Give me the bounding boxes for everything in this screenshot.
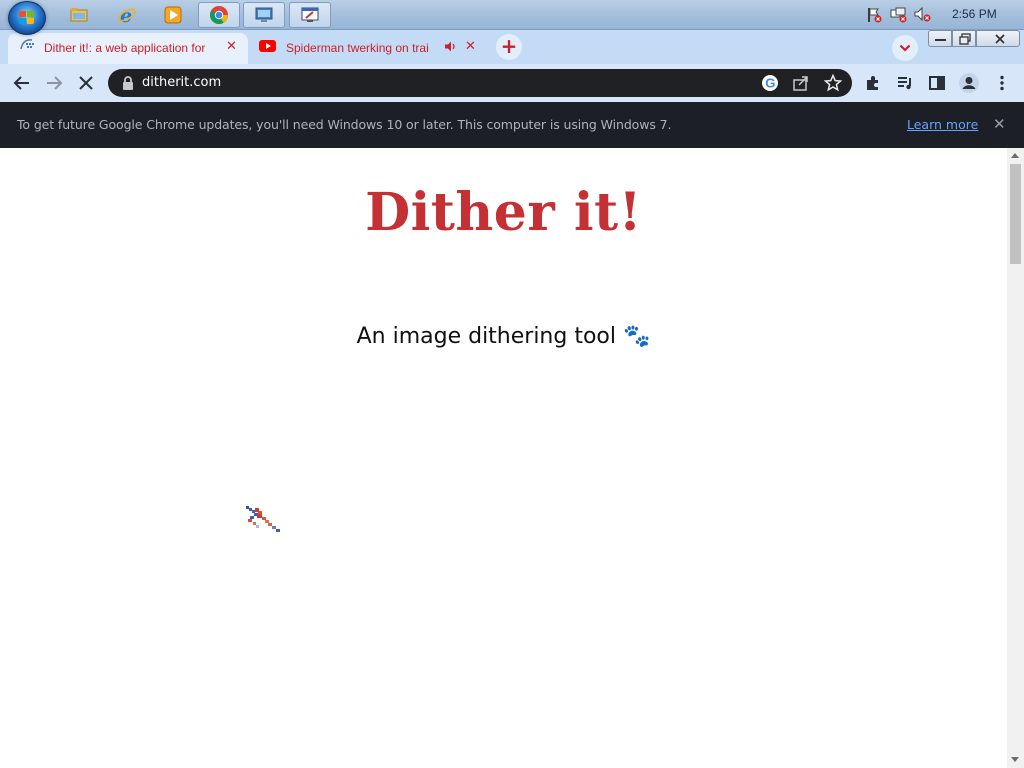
chrome-update-infobar: To get future Google Chrome updates, you…: [0, 102, 1024, 148]
learn-more-link[interactable]: Learn more: [907, 117, 978, 132]
web-page: Dither it! An image dithering tool 🐾: [0, 148, 1007, 768]
svg-text:G: G: [765, 76, 775, 91]
media-player-icon: [164, 6, 182, 24]
paint-icon: [301, 7, 319, 22]
menu-kebab-icon[interactable]: [993, 74, 1011, 92]
chrome-icon: [210, 6, 228, 25]
internet-explorer-icon: e: [118, 5, 136, 25]
scroll-up-arrow-icon[interactable]: [1011, 153, 1019, 158]
infobar-message: To get future Google Chrome updates, you…: [17, 117, 672, 132]
spiderman-pixel-sprite: [246, 506, 280, 532]
network-icon[interactable]: [890, 7, 908, 23]
scroll-down-arrow-icon[interactable]: [1011, 757, 1019, 762]
tab-search-button[interactable]: [892, 35, 918, 61]
plus-icon: +: [500, 34, 518, 58]
browser-toolbar: ditherit.com G: [0, 64, 1024, 102]
scroll-thumb[interactable]: [1010, 164, 1021, 264]
action-center-icon[interactable]: [866, 7, 882, 23]
infobar-close-icon[interactable]: ✕: [993, 115, 1006, 133]
volume-muted-icon[interactable]: [914, 7, 932, 23]
minimize-icon: [935, 39, 946, 41]
side-panel-icon[interactable]: [928, 74, 946, 92]
remote-desktop-icon: [255, 7, 273, 22]
taskbar-media-player[interactable]: [152, 2, 194, 28]
page-subtitle: An image dithering tool 🐾: [356, 324, 651, 349]
restore-icon: [959, 33, 971, 45]
minimize-button[interactable]: [928, 30, 952, 47]
windows-logo-icon: [19, 11, 35, 25]
tab-youtube[interactable]: Spiderman twerking on trai ✕: [250, 33, 490, 64]
back-button[interactable]: [11, 72, 33, 94]
audio-playing-icon[interactable]: [445, 41, 457, 52]
profile-avatar-icon[interactable]: [958, 72, 980, 94]
lock-icon[interactable]: [119, 74, 137, 92]
page-scrollbar[interactable]: [1007, 148, 1024, 768]
taskbar-remote-desktop[interactable]: [243, 2, 285, 28]
tab-close-icon[interactable]: ✕: [226, 39, 237, 54]
forward-button[interactable]: [43, 72, 65, 94]
stop-loading-button[interactable]: [75, 72, 97, 94]
start-button[interactable]: [8, 1, 46, 35]
chevron-down-icon: [899, 44, 911, 52]
close-icon: [995, 34, 1005, 44]
extensions-puzzle-icon[interactable]: [864, 74, 882, 92]
share-icon[interactable]: [792, 74, 810, 92]
taskbar-chrome[interactable]: [198, 2, 240, 28]
system-clock[interactable]: 2:56 PM: [952, 7, 997, 21]
youtube-icon: [259, 40, 276, 52]
taskbar-paint[interactable]: [289, 2, 331, 28]
url-text[interactable]: ditherit.com: [142, 75, 221, 90]
tab-ditherit[interactable]: Dither it!: a web application for ✕: [8, 33, 248, 64]
media-control-icon[interactable]: [896, 74, 914, 92]
taskbar-internet-explorer[interactable]: e: [106, 2, 148, 28]
tab-title: Dither it!: a web application for: [44, 41, 206, 55]
restore-button[interactable]: [952, 30, 976, 47]
new-tab-button[interactable]: +: [496, 34, 522, 60]
taskbar-file-explorer[interactable]: [58, 2, 100, 28]
page-heading: Dither it!: [365, 182, 642, 243]
google-lens-icon[interactable]: G: [761, 74, 779, 92]
tab-close-icon[interactable]: ✕: [465, 39, 476, 54]
ditherit-favicon: [20, 39, 34, 50]
windows-taskbar: e 2:56 PM: [0, 0, 1024, 35]
address-bar[interactable]: ditherit.com G: [108, 69, 852, 97]
file-explorer-icon: [70, 8, 88, 22]
tab-title: Spiderman twerking on trai: [286, 41, 429, 55]
svg-text:e: e: [120, 5, 132, 25]
bookmark-star-icon[interactable]: [824, 74, 842, 92]
close-window-button[interactable]: [976, 30, 1020, 47]
